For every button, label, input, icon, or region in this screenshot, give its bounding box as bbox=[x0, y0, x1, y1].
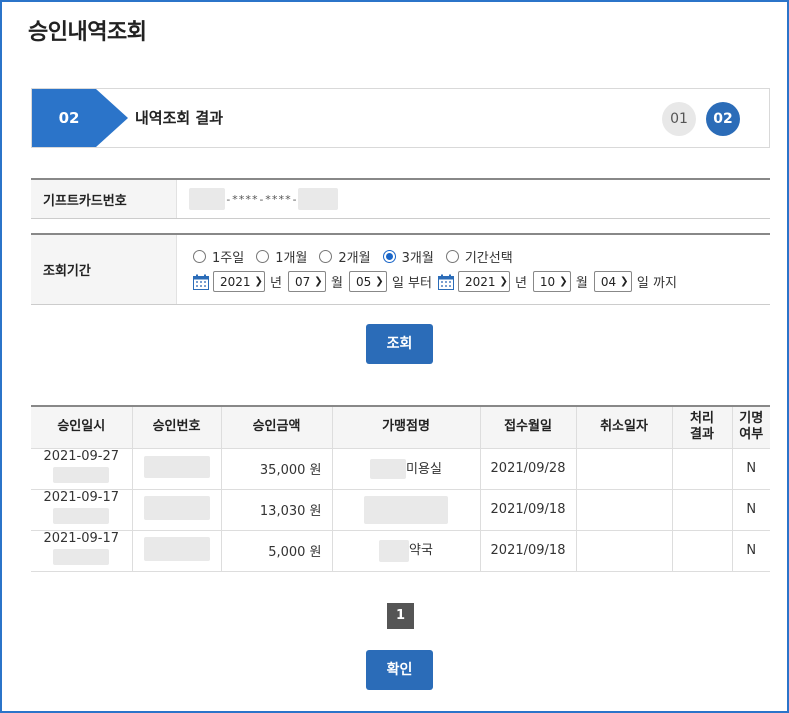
masked-approval-number bbox=[143, 495, 210, 520]
masked-segment bbox=[189, 188, 225, 210]
col-received-date: 접수월일 bbox=[480, 406, 577, 449]
period-controls: 1주일 1개월 2개월 3개월 기간선택 2021 ❯ 년 07 ❯ 월 05 ❯ bbox=[177, 235, 770, 304]
period-option-1month[interactable]: 1개월 bbox=[256, 247, 307, 266]
step-indicator-02: 02 bbox=[706, 102, 740, 136]
unit-month: 월 bbox=[330, 276, 343, 291]
chevron-down-icon: ❯ bbox=[314, 276, 323, 287]
named-cell: N bbox=[732, 489, 770, 531]
named-cell: N bbox=[732, 530, 770, 572]
period-option-1week[interactable]: 1주일 bbox=[193, 247, 244, 266]
card-number-value: -****-****- bbox=[177, 180, 770, 218]
from-month-select[interactable]: 07 ❯ bbox=[287, 271, 326, 292]
masked-approval-number bbox=[143, 455, 210, 478]
to-month-select[interactable]: 10 ❯ bbox=[532, 271, 571, 292]
radio-button[interactable] bbox=[445, 250, 459, 263]
unit-to: 일 까지 bbox=[636, 276, 677, 291]
merchant-cell: 약국 bbox=[332, 530, 481, 572]
masked-approval-number bbox=[143, 536, 210, 561]
masked-time bbox=[53, 508, 110, 524]
current-step-number: 02 bbox=[58, 109, 80, 127]
current-step-title: 내역조회 결과 bbox=[135, 109, 224, 127]
calendar-icon[interactable] bbox=[437, 274, 454, 290]
cancel-date-cell bbox=[576, 448, 673, 490]
from-year-select[interactable]: 2021 ❯ bbox=[213, 271, 265, 292]
unit-year: 년 bbox=[514, 276, 527, 291]
radio-button[interactable] bbox=[319, 250, 333, 263]
masked-time bbox=[53, 467, 110, 483]
period-option-custom[interactable]: 기간선택 bbox=[445, 247, 513, 266]
unit-year: 년 bbox=[270, 276, 282, 291]
approval-number-cell bbox=[132, 448, 222, 490]
chevron-down-icon: ❯ bbox=[375, 276, 384, 287]
masked-merchant bbox=[379, 539, 410, 562]
card-number-label: 기프트카드번호 bbox=[31, 180, 177, 218]
current-step-badge: 02 bbox=[32, 89, 132, 147]
results-table: 승인일시 승인번호 승인금액 가맹점명 접수월일 취소일자 처리 결과 기명 여… bbox=[31, 405, 770, 572]
merchant-cell bbox=[332, 489, 481, 531]
col-process-result: 처리 결과 bbox=[672, 406, 733, 449]
masked-time bbox=[53, 549, 110, 565]
period-option-2month[interactable]: 2개월 bbox=[319, 247, 371, 266]
table-row: 2021-09-17 5,000 원 약국 2021/09/18 N bbox=[31, 530, 770, 572]
unit-month: 월 bbox=[575, 276, 588, 291]
masked-merchant bbox=[364, 495, 448, 524]
radio-button-selected[interactable] bbox=[382, 250, 396, 263]
process-result-cell bbox=[672, 489, 733, 531]
chevron-down-icon: ❯ bbox=[620, 276, 629, 287]
amount-cell: 5,000 원 bbox=[221, 530, 333, 572]
date-range-row: 2021 ❯ 년 07 ❯ 월 05 ❯ 일 부터 2021 ❯ 년 10 ❯ 월 04 ❯ bbox=[193, 269, 683, 295]
col-named: 기명 여부 bbox=[732, 406, 770, 449]
process-result-cell bbox=[672, 448, 733, 490]
step-bar: 02 내역조회 결과 01 02 bbox=[31, 88, 770, 148]
table-row: 2021-09-17 13,030 원 2021/09/18 N bbox=[31, 489, 770, 531]
period-radio-group: 1주일 1개월 2개월 3개월 기간선택 bbox=[193, 245, 513, 269]
masked-merchant bbox=[370, 459, 407, 480]
amount-cell: 13,030 원 bbox=[221, 489, 333, 531]
col-merchant: 가맹점명 bbox=[332, 406, 481, 449]
col-approval-number: 승인번호 bbox=[132, 406, 222, 449]
col-cancel-date: 취소일자 bbox=[576, 406, 673, 449]
from-day-select[interactable]: 05 ❯ bbox=[348, 271, 387, 292]
merchant-cell: 미용실 bbox=[332, 448, 481, 490]
radio-button[interactable] bbox=[193, 250, 206, 263]
calendar-icon[interactable] bbox=[193, 274, 209, 290]
step-indicator-01: 01 bbox=[662, 102, 696, 136]
unit-from: 일 부터 bbox=[391, 276, 432, 291]
named-cell: N bbox=[732, 448, 770, 490]
chevron-down-icon: ❯ bbox=[499, 276, 508, 287]
page-title: 승인내역조회 bbox=[28, 20, 147, 45]
period-option-3month[interactable]: 3개월 bbox=[382, 247, 434, 266]
chevron-down-icon: ❯ bbox=[254, 276, 263, 287]
to-year-select[interactable]: 2021 ❯ bbox=[457, 271, 510, 292]
process-result-cell bbox=[672, 530, 733, 572]
received-date-cell: 2021/09/18 bbox=[480, 530, 577, 572]
cancel-date-cell bbox=[576, 489, 673, 531]
col-approval-amount: 승인금액 bbox=[221, 406, 333, 449]
approval-number-cell bbox=[132, 489, 222, 531]
received-date-cell: 2021/09/18 bbox=[480, 489, 577, 531]
period-label: 조회기간 bbox=[31, 235, 177, 304]
page-number-current[interactable]: 1 bbox=[387, 603, 414, 629]
approval-date-cell: 2021-09-17 bbox=[31, 530, 133, 572]
table-row: 2021-09-27 35,000 원 미용실 2021/09/28 N bbox=[31, 448, 770, 490]
amount-cell: 35,000 원 bbox=[221, 448, 333, 490]
search-button[interactable]: 조회 bbox=[366, 324, 433, 364]
to-day-select[interactable]: 04 ❯ bbox=[593, 271, 632, 292]
card-number-mask: -****-****- bbox=[225, 192, 298, 206]
masked-segment bbox=[297, 188, 338, 210]
period-table: 조회기간 1주일 1개월 2개월 3개월 기간선택 2021❯ 년 07❯ bbox=[31, 233, 770, 305]
radio-button[interactable] bbox=[256, 250, 270, 263]
approval-number-cell bbox=[132, 530, 222, 572]
cancel-date-cell bbox=[576, 530, 673, 572]
received-date-cell: 2021/09/28 bbox=[480, 448, 577, 490]
card-info-table: 기프트카드번호 -****-****- bbox=[31, 178, 770, 219]
col-approval-date: 승인일시 bbox=[31, 406, 133, 449]
approval-date-cell: 2021-09-27 bbox=[31, 448, 133, 490]
confirm-button[interactable]: 확인 bbox=[366, 650, 433, 690]
approval-date-cell: 2021-09-17 bbox=[31, 489, 133, 531]
chevron-down-icon: ❯ bbox=[559, 276, 568, 287]
table-header-row: 승인일시 승인번호 승인금액 가맹점명 접수월일 취소일자 처리 결과 기명 여… bbox=[31, 406, 770, 449]
